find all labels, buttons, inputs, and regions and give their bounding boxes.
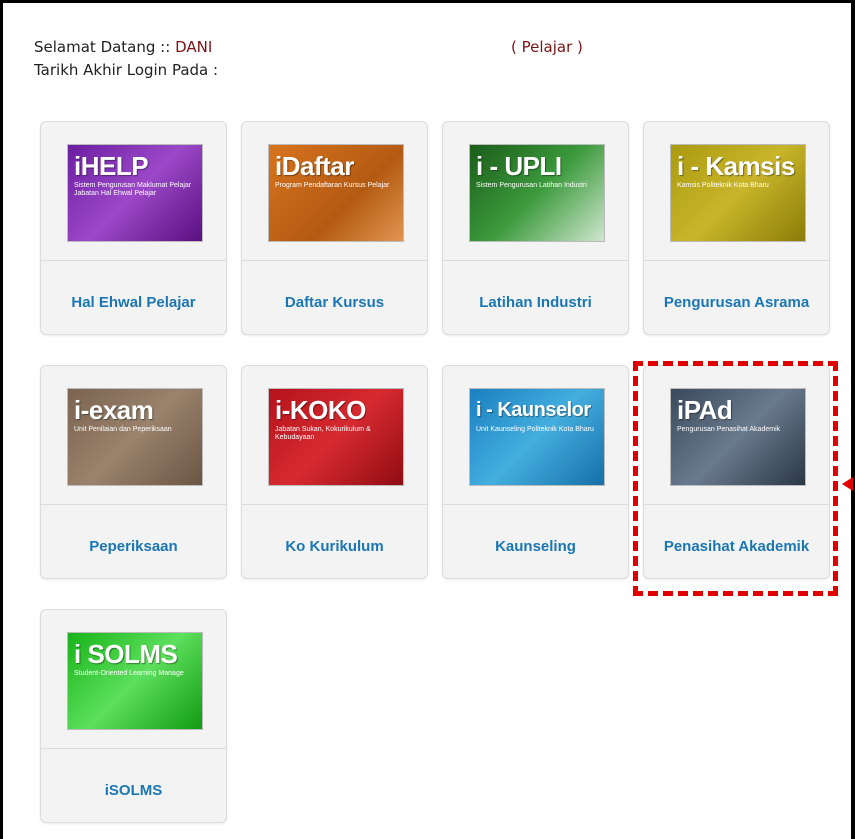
app-subtitle: Sistem Pengurusan Maklumat Pelajar Jabat… <box>74 182 192 197</box>
welcome-label: Selamat Datang :: <box>34 38 176 56</box>
idaftar-thumbnail[interactable]: iDaftar Program Pendaftaran Kursus Pelaj… <box>268 144 404 242</box>
app-label[interactable]: Kaunseling <box>443 538 628 555</box>
app-label[interactable]: iSOLMS <box>41 782 226 799</box>
app-label[interactable]: Hal Ehwal Pelajar <box>41 294 226 311</box>
isolms-thumbnail[interactable]: i SOLMS Student-Oriented Learning Manage <box>67 632 203 730</box>
app-logo: iDaftar <box>275 151 354 181</box>
app-label[interactable]: Ko Kurikulum <box>242 538 427 555</box>
app-logo: i - Kaunselor <box>476 399 591 421</box>
app-card-isolms[interactable]: i SOLMS Student-Oriented Learning Manage… <box>40 609 227 823</box>
app-card-ko-kurikulum[interactable]: i-KOKO Jabatan Sukan, Kokurikulum & Kebu… <box>241 365 428 579</box>
app-card-peperiksaan[interactable]: i-exam Unit Penilaian dan Peperiksaan Pe… <box>40 365 227 579</box>
ihelp-thumbnail[interactable]: iHELP Sistem Pengurusan Maklumat Pelajar… <box>67 144 203 242</box>
app-subtitle: Pengurusan Penasihat Akademik <box>677 426 781 433</box>
app-subtitle: Student-Oriented Learning Manage <box>74 670 184 677</box>
last-login-label: Tarikh Akhir Login Pada : <box>34 61 219 79</box>
app-card-pengurusan-asrama[interactable]: i - Kamsis Kamsis Politeknik Kota Bharu … <box>643 121 830 335</box>
app-subtitle: Unit Penilaian dan Peperiksaan <box>74 426 172 433</box>
app-logo: iPAd <box>677 395 733 425</box>
app-logo: iHELP <box>74 151 149 181</box>
app-subtitle: Program Pendaftaran Kursus Pelajar <box>275 182 390 189</box>
app-logo: i-KOKO <box>275 395 366 425</box>
pointer-arrow-icon <box>842 477 853 491</box>
app-subtitle: Kamsis Politeknik Kota Bharu <box>677 182 769 189</box>
iexam-thumbnail[interactable]: i-exam Unit Penilaian dan Peperiksaan <box>67 388 203 486</box>
ipad-thumbnail[interactable]: iPAd Pengurusan Penasihat Akademik <box>670 388 806 486</box>
app-label[interactable]: Latihan Industri <box>443 294 628 311</box>
app-card-penasihat-akademik[interactable]: iPAd Pengurusan Penasihat Akademik Penas… <box>643 365 830 579</box>
app-card-latihan-industri[interactable]: i - UPLI Sistem Pengurusan Latihan Indus… <box>442 121 629 335</box>
app-logo: i-exam <box>74 395 154 425</box>
app-subtitle: Unit Kaunseling Politeknik Kota Bharu <box>476 426 594 433</box>
app-label[interactable]: Peperiksaan <box>41 538 226 555</box>
iupli-thumbnail[interactable]: i - UPLI Sistem Pengurusan Latihan Indus… <box>469 144 605 242</box>
app-logo: i - Kamsis <box>677 151 795 181</box>
app-subtitle: Sistem Pengurusan Latihan Industri <box>476 182 587 189</box>
app-label[interactable]: Penasihat Akademik <box>644 538 829 555</box>
app-card-hal-ehwal-pelajar[interactable]: iHELP Sistem Pengurusan Maklumat Pelajar… <box>40 121 227 335</box>
ikaunselor-thumbnail[interactable]: i - Kaunselor Unit Kaunseling Politeknik… <box>469 388 605 486</box>
app-card-daftar-kursus[interactable]: iDaftar Program Pendaftaran Kursus Pelaj… <box>241 121 428 335</box>
app-label[interactable]: Pengurusan Asrama <box>644 294 829 311</box>
ikoko-thumbnail[interactable]: i-KOKO Jabatan Sukan, Kokurikulum & Kebu… <box>268 388 404 486</box>
app-card-kaunseling[interactable]: i - Kaunselor Unit Kaunseling Politeknik… <box>442 365 629 579</box>
ikamsis-thumbnail[interactable]: i - Kamsis Kamsis Politeknik Kota Bharu <box>670 144 806 242</box>
user-role: ( Pelajar ) <box>511 38 583 56</box>
app-logo: i - UPLI <box>476 151 562 181</box>
user-name: DANI <box>175 38 213 56</box>
app-logo: i SOLMS <box>74 639 178 669</box>
app-subtitle: Jabatan Sukan, Kokurikulum & Kebudayaan <box>275 426 371 441</box>
welcome-line: Selamat Datang :: DANI ( Pelajar ) <box>34 38 583 56</box>
app-label[interactable]: Daftar Kursus <box>242 294 427 311</box>
